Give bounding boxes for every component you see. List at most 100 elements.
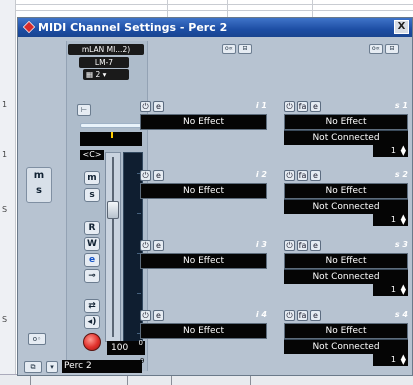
send-effect-selector[interactable]: No Effect <box>284 183 408 199</box>
send-destination-selector[interactable]: Not Connected <box>284 339 408 354</box>
solo-button[interactable]: s <box>84 188 100 202</box>
insert-effect-selector[interactable]: No Effect <box>140 183 267 199</box>
channel-name-field[interactable]: Perc 2 <box>62 360 142 373</box>
send-level-field[interactable]: 1 ▲ ▼ <box>373 145 408 157</box>
send-destination-selector[interactable]: Not Connected <box>284 130 408 145</box>
power-icon[interactable]: ⏻ <box>140 310 151 321</box>
pre-fader-icon[interactable]: fa <box>297 170 308 181</box>
pre-fader-icon[interactable]: fa <box>297 310 308 321</box>
power-icon[interactable]: ⏻ <box>284 240 295 251</box>
send-destination-selector[interactable]: Not Connected <box>284 199 408 214</box>
insert-header: ⏻ e i 1 <box>140 101 267 113</box>
meter-tick <box>137 213 141 214</box>
title-bar[interactable]: MIDI Channel Settings - Perc 2 X <box>18 18 412 37</box>
send-level-value: 1 <box>390 285 396 294</box>
meter-tick <box>137 293 141 294</box>
insert-header: ⏻ e i 2 <box>140 170 267 182</box>
volume-value-display[interactable]: 100 0 <box>107 339 145 355</box>
pan-value: <C> <box>80 150 104 160</box>
close-button[interactable]: X <box>394 20 409 34</box>
separator-bar <box>80 123 142 128</box>
send-level-field[interactable]: 1 ▲ ▼ <box>373 214 408 226</box>
channel-settings-icon[interactable]: ⧉ <box>24 361 42 373</box>
power-icon[interactable]: ⏻ <box>284 310 295 321</box>
record-enable-button[interactable] <box>83 333 101 351</box>
bottom-divider <box>171 375 172 385</box>
global-solo-label: s <box>36 185 42 196</box>
pan-display[interactable] <box>80 132 142 146</box>
pre-fader-icon[interactable]: fa <box>297 101 308 112</box>
bottom-divider <box>30 375 31 385</box>
mute-button[interactable]: m <box>84 171 100 185</box>
send-level-value: 1 <box>390 215 396 224</box>
send-destination-selector[interactable]: Not Connected <box>284 269 408 284</box>
power-icon[interactable]: ⏻ <box>140 170 151 181</box>
chevron-down-icon: ▾ <box>100 70 107 79</box>
monitor-button[interactable]: ⊸ <box>84 269 100 283</box>
global-mute-solo-buttons[interactable]: m s <box>26 167 52 203</box>
midi-channel-selector[interactable]: ▦ 2 ▾ <box>83 69 129 80</box>
send-header: ⏻ fa e s 1 <box>284 101 408 113</box>
ruler-marker: S <box>2 315 8 324</box>
sends-bypass-button[interactable]: o∝ <box>369 44 383 54</box>
insert-number: i 2 <box>255 170 267 179</box>
edit-icon[interactable]: e <box>153 240 164 251</box>
send-header: ⏻ fa e s 3 <box>284 240 408 252</box>
grid-line <box>0 4 413 5</box>
edit-icon[interactable]: e <box>153 101 164 112</box>
power-icon[interactable]: ⏻ <box>140 240 151 251</box>
power-icon[interactable]: ⏻ <box>284 101 295 112</box>
pre-fader-icon[interactable]: fa <box>297 240 308 251</box>
global-bypass-button[interactable]: o◦ <box>28 333 46 345</box>
send-effect-selector[interactable]: No Effect <box>284 323 408 339</box>
inserts-folder-button[interactable]: ⊟ <box>238 44 252 54</box>
edit-icon[interactable]: e <box>153 170 164 181</box>
app-icon <box>22 20 36 34</box>
edit-icon[interactable]: e <box>310 101 321 112</box>
midi-channel-settings-window: MIDI Channel Settings - Perc 2 X m s o◦ … <box>17 17 413 376</box>
spinner-icon[interactable]: ▲ ▼ <box>401 214 406 226</box>
speaker-button[interactable]: ◂) <box>84 315 100 329</box>
send-level-value: 1 <box>390 146 396 155</box>
input-transformer-button[interactable]: ⊢ <box>77 104 91 116</box>
power-icon[interactable]: ⏻ <box>284 170 295 181</box>
send-level-field[interactable]: 1 ▲ ▼ <box>373 284 408 296</box>
write-automation-button[interactable]: W <box>84 237 100 251</box>
spinner-icon[interactable]: ▲ ▼ <box>401 145 406 157</box>
edit-icon[interactable]: e <box>310 310 321 321</box>
sends-folder-button[interactable]: ⊟ <box>385 44 399 54</box>
edit-button[interactable]: e <box>84 253 100 267</box>
send-number: s 2 <box>394 170 408 179</box>
insert-number: i 1 <box>255 101 267 110</box>
insert-number: i 3 <box>255 240 267 249</box>
spinner-icon[interactable]: ▲ ▼ <box>401 284 406 296</box>
ruler-marker: 1 <box>2 150 8 159</box>
power-icon[interactable]: ⏻ <box>140 101 151 112</box>
inserts-bypass-button[interactable]: o∝ <box>222 44 236 54</box>
window-title: MIDI Channel Settings - Perc 2 <box>38 21 228 34</box>
edit-icon[interactable]: e <box>310 170 321 181</box>
volume-fader[interactable] <box>105 152 121 342</box>
midi-output-selector[interactable]: mLAN MI...2) <box>68 44 144 55</box>
insert-effect-selector[interactable]: No Effect <box>140 253 267 269</box>
send-effect-selector[interactable]: No Effect <box>284 114 408 130</box>
fader-handle[interactable] <box>107 201 119 219</box>
insert-effect-selector[interactable]: No Effect <box>140 114 267 130</box>
read-automation-button[interactable]: R <box>84 221 100 235</box>
edit-icon[interactable]: e <box>310 240 321 251</box>
send-number: s 4 <box>394 310 408 319</box>
insert-effect-selector[interactable]: No Effect <box>140 323 267 339</box>
edit-icon[interactable]: e <box>153 310 164 321</box>
send-number: s 3 <box>394 240 408 249</box>
input-button[interactable]: ⇄ <box>84 299 100 313</box>
send-header: ⏻ fa e s 2 <box>284 170 408 182</box>
device-selector[interactable]: LM-7 <box>79 57 129 68</box>
input-icon: ⇄ <box>88 301 96 311</box>
background-track-ruler: 1 1 S S <box>0 0 16 385</box>
speaker-icon: ◂) <box>87 317 97 327</box>
chevron-down-icon[interactable]: ▾ <box>46 361 58 373</box>
send-effect-selector[interactable]: No Effect <box>284 253 408 269</box>
ruler-marker: S <box>2 205 8 214</box>
bottom-divider <box>127 375 128 385</box>
ruler-marker: 1 <box>2 100 8 109</box>
